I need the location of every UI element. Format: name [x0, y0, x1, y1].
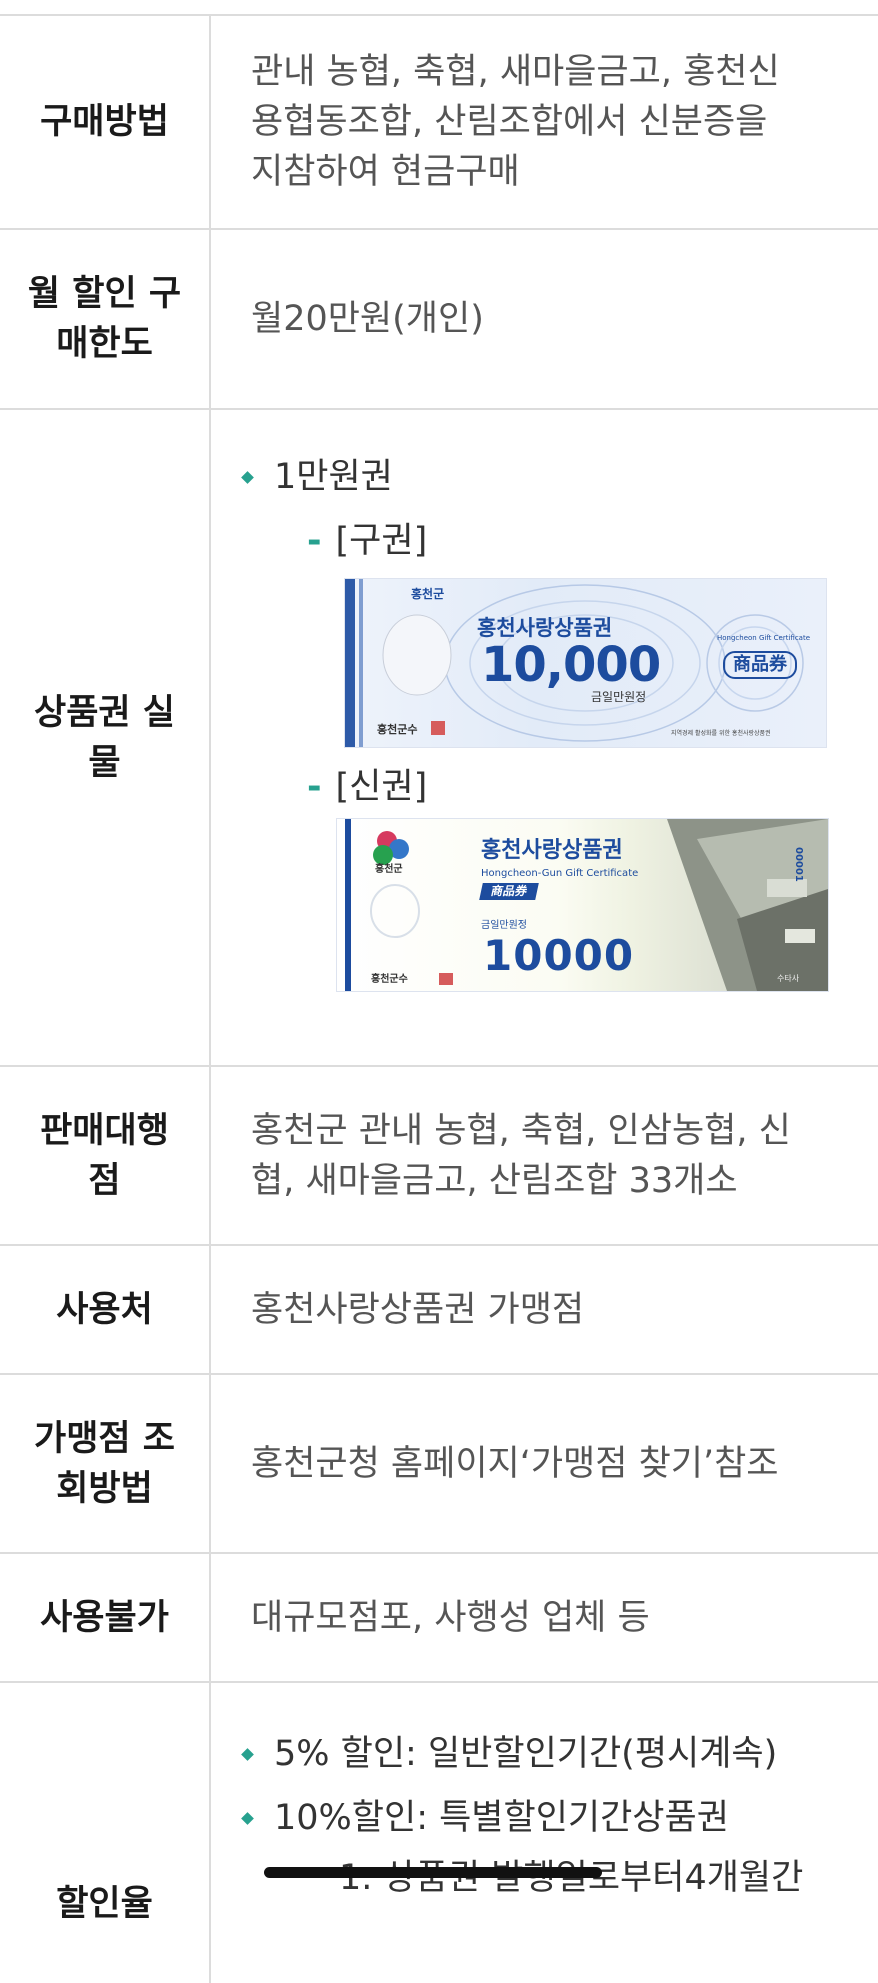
- store-lookup-value: 홍천군청 홈페이지‘가맹점 찾기’참조: [251, 1443, 779, 1484]
- diamond-bullet-icon: [241, 1747, 254, 1761]
- diamond-bullet-icon: [241, 470, 254, 484]
- diamond-bullet-icon: [241, 1811, 254, 1825]
- new-voucher-side-label: 수타사: [777, 974, 800, 983]
- new-voucher-title: 홍천사랑상품권: [481, 838, 623, 863]
- row-store-lookup: 가맹점 조회방법 홍천군청 홈페이지‘가맹점 찾기’참조: [0, 1375, 878, 1554]
- label-line: 가맹점: [34, 1418, 131, 1459]
- value-line: 지참하여 현금구매: [251, 152, 520, 192]
- label-line: 월 할인: [27, 274, 137, 314]
- sub-item-old: - [구권]: [307, 516, 878, 566]
- row-discount-rate: 할인율 5% 할인: 일반할인기간(평시계속) 10%할인: 특별할인기간상품권…: [0, 1683, 878, 1983]
- old-voucher-amount-words: 금일만원정: [591, 690, 647, 704]
- dash-icon: -: [307, 521, 322, 561]
- row-not-usable: 사용불가 대규모점포, 사행성 업체 등: [0, 1554, 878, 1683]
- bullet-item: 1만원권: [211, 452, 878, 502]
- bullet-text: 10%할인: 특별할인기간상품권: [274, 1798, 729, 1838]
- monthly-limit-value: 월20만원(개인): [251, 299, 484, 339]
- purchase-method-value: 관내 농협, 축협, 새마을금고, 홍천신 용협동조합, 산림조합에서 신분증을…: [211, 16, 878, 228]
- sales-agent-value: 홍천군 관내 농협, 축협, 인삼농협, 신 협, 새마을금고, 산림조합 33…: [211, 1067, 878, 1244]
- new-voucher-issuer: 홍천군수: [371, 974, 408, 985]
- voucher-sample-label: 상품권 실물: [0, 410, 211, 1065]
- row-sales-agent: 판매대행 점 홍천군 관내 농협, 축협, 인삼농협, 신 협, 새마을금고, …: [0, 1067, 878, 1246]
- home-indicator[interactable]: [264, 1867, 602, 1878]
- value-line: 협, 새마을금고, 산림조합 33개소: [251, 1160, 738, 1201]
- new-voucher-amount: 10000: [483, 931, 635, 980]
- label-line: 상품권: [34, 692, 131, 733]
- purchase-method-label: 구매방법: [0, 16, 211, 228]
- dash-icon: -: [307, 767, 322, 807]
- store-lookup-label: 가맹점 조회방법: [0, 1375, 211, 1552]
- discount-rate-content: 5% 할인: 일반할인기간(평시계속) 10%할인: 특별할인기간상품권 1. …: [211, 1683, 878, 1983]
- discount-rate-label: 할인율: [0, 1683, 211, 1983]
- row-voucher-sample: 상품권 실물 1만원권 - [구권] 홍천군 홍천사랑상품권 10,000 금일…: [0, 410, 878, 1067]
- label-line: 판매대행: [40, 1110, 169, 1151]
- new-voucher-serial: 00001: [793, 847, 804, 882]
- new-voucher-image: 홍천군 홍천사랑상품권 Hongcheon-Gun Gift Certifica…: [336, 818, 829, 992]
- sub-item-text: 1. 상품권 발행일로부터4개월간: [339, 1858, 804, 1898]
- row-monthly-limit: 월 할인 구매한도 월20만원(개인): [0, 230, 878, 410]
- value-line: 홍천군 관내 농협, 축협, 인삼농협, 신: [251, 1110, 791, 1151]
- bullet-text: 5% 할인: 일반할인기간(평시계속): [274, 1734, 778, 1774]
- monthly-limit-label: 월 할인 구매한도: [0, 230, 211, 408]
- sales-agent-label: 판매대행 점: [0, 1067, 211, 1244]
- old-voucher-brand: 홍천군: [411, 587, 445, 601]
- row-purchase-method: 구매방법 관내 농협, 축협, 새마을금고, 홍천신 용협동조합, 산림조합에서…: [0, 14, 878, 230]
- info-table: 구매방법 관내 농협, 축협, 새마을금고, 홍천신 용협동조합, 산림조합에서…: [0, 0, 878, 1983]
- usage-place-value: 홍천사랑상품권 가맹점: [251, 1289, 585, 1330]
- row-usage-place: 사용처 홍천사랑상품권 가맹점: [0, 1246, 878, 1375]
- sub-item-new: - [신권]: [307, 762, 878, 812]
- old-voucher-cert: Hongcheon Gift Certificate: [717, 634, 811, 642]
- old-voucher-issuer: 홍천군수: [377, 723, 418, 736]
- usage-place-label: 사용처: [0, 1246, 211, 1373]
- value-line: 용협동조합, 산림조합에서 신분증을: [251, 102, 768, 142]
- old-voucher-stamp: 商品券: [723, 651, 797, 679]
- bullet-item: 5% 할인: 일반할인기간(평시계속): [211, 1729, 878, 1779]
- bullet-text: 1만원권: [274, 457, 393, 497]
- old-voucher-slogan: 지역경제 활성화를 위한 홍천사랑상품권: [671, 730, 771, 737]
- new-voucher-stamp: 商品券: [479, 883, 539, 900]
- voucher-sample-content: 1만원권 - [구권] 홍천군 홍천사랑상품권 10,000 금일만원정 Hon…: [211, 410, 878, 1065]
- not-usable-value: 대규모점포, 사행성 업체 등: [251, 1597, 650, 1638]
- old-voucher-image: 홍천군 홍천사랑상품권 10,000 금일만원정 Hongcheon Gift …: [344, 578, 827, 748]
- new-voucher-brand: 홍천군: [375, 864, 403, 875]
- new-voucher-cert: Hongcheon-Gun Gift Certificate: [481, 868, 639, 879]
- not-usable-label: 사용불가: [0, 1554, 211, 1681]
- old-voucher-label: [구권]: [335, 521, 428, 561]
- bullet-item: 10%할인: 특별할인기간상품권: [211, 1793, 878, 1843]
- new-voucher-label: [신권]: [335, 767, 428, 807]
- old-voucher-amount: 10,000: [481, 637, 661, 693]
- label-line: 점: [88, 1160, 121, 1201]
- value-line: 관내 농협, 축협, 새마을금고, 홍천신: [251, 52, 780, 92]
